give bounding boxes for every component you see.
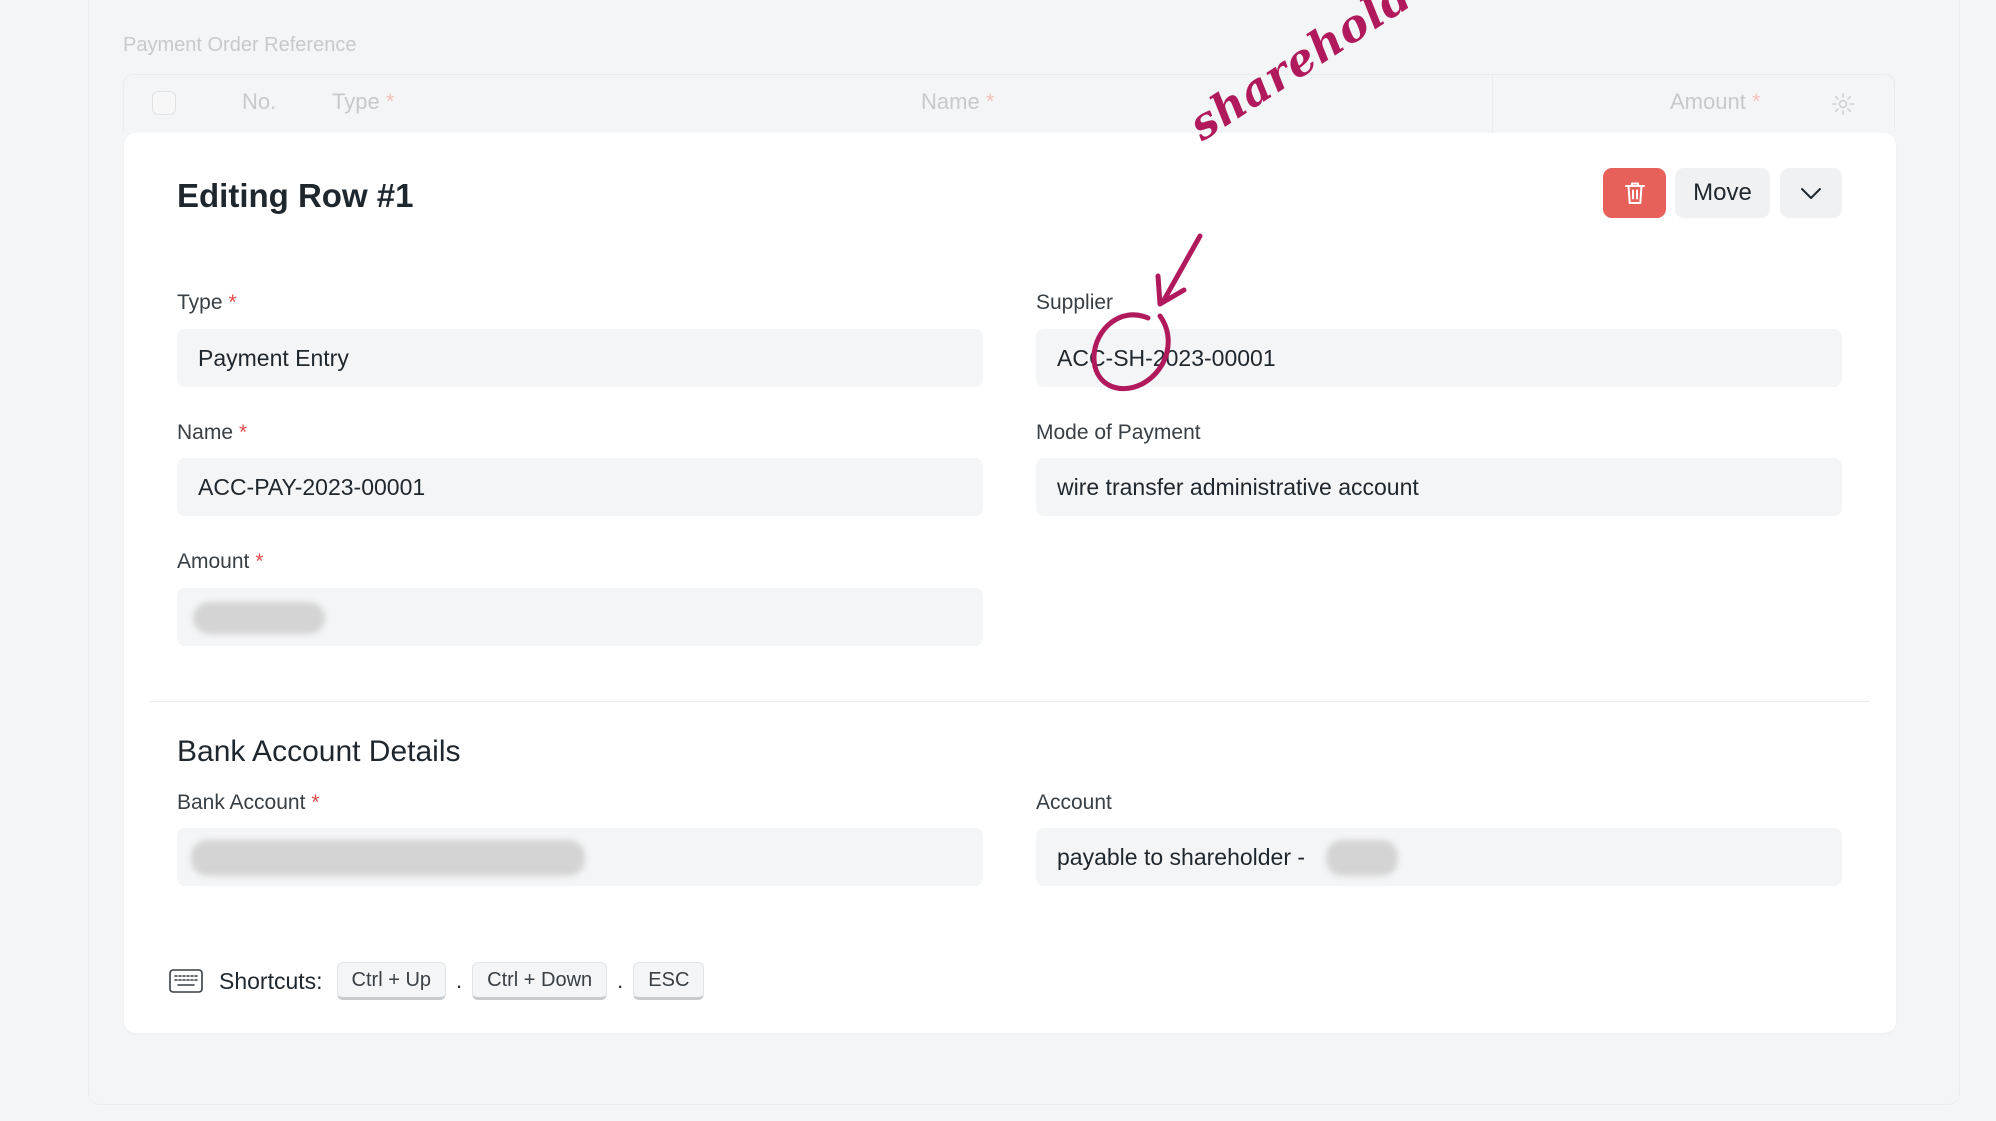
column-type: Type *: [332, 89, 394, 115]
redacted-value: [1326, 840, 1398, 876]
row-editor-card: Editing Row #1 Move Type * Payment Entry …: [124, 133, 1896, 1033]
shortcut-separator: .: [617, 968, 624, 993]
name-field[interactable]: ACC-PAY-2023-00001: [177, 458, 983, 516]
chevron-down-icon: [1801, 188, 1821, 199]
required-mark: *: [228, 291, 237, 314]
amount-label: Amount *: [177, 550, 264, 574]
required-mark: *: [311, 791, 320, 814]
amount-field[interactable]: [177, 588, 983, 646]
type-label: Type *: [177, 291, 237, 315]
shortcut-key: Ctrl + Up: [336, 962, 447, 1000]
delete-row-button[interactable]: [1603, 168, 1666, 218]
required-mark: *: [1751, 89, 1761, 114]
supplier-field[interactable]: ACC-SH-2023-00001: [1036, 329, 1842, 387]
column-divider: [1492, 75, 1493, 133]
column-name: Name *: [921, 89, 994, 115]
type-field[interactable]: Payment Entry: [177, 329, 983, 387]
required-mark: *: [255, 550, 264, 573]
column-name-label: Name: [921, 89, 980, 114]
trash-icon: [1624, 182, 1645, 204]
keyboard-icon: [169, 969, 203, 993]
redacted-value: [191, 840, 585, 876]
mode-of-payment-label: Mode of Payment: [1036, 421, 1201, 444]
required-mark: *: [239, 421, 248, 444]
type-label-text: Type: [177, 291, 223, 314]
bank-section-title: Bank Account Details: [177, 735, 461, 768]
name-label-text: Name: [177, 421, 234, 444]
shortcuts-label: Shortcuts:: [219, 967, 323, 994]
supplier-label: Supplier: [1036, 291, 1114, 314]
bank-account-field[interactable]: [177, 828, 983, 886]
collapse-editor-button[interactable]: [1780, 168, 1842, 218]
required-mark: *: [385, 89, 395, 114]
section-divider: [150, 701, 1870, 702]
column-type-label: Type: [332, 89, 380, 114]
grid-header-row: No. Type * Name * Amount *: [123, 74, 1895, 133]
account-field[interactable]: payable to shareholder -: [1036, 828, 1842, 886]
shortcuts-bar: Shortcuts: Ctrl + Up . Ctrl + Down . ESC: [169, 959, 705, 1003]
bank-account-label: Bank Account *: [177, 791, 320, 815]
account-value: payable to shareholder -: [1057, 843, 1306, 870]
move-row-button[interactable]: Move: [1675, 168, 1770, 218]
amount-label-text: Amount: [177, 550, 250, 573]
mode-of-payment-field[interactable]: wire transfer administrative account: [1036, 458, 1842, 516]
gear-icon[interactable]: [1830, 91, 1856, 117]
select-all-checkbox[interactable]: [152, 91, 176, 115]
column-amount-label: Amount: [1670, 89, 1746, 114]
name-label: Name *: [177, 421, 247, 445]
shortcut-key: ESC: [633, 962, 705, 1000]
required-mark: *: [985, 89, 995, 114]
shortcut-key: Ctrl + Down: [472, 962, 608, 1000]
section-label: Payment Order Reference: [123, 34, 357, 56]
column-no: No.: [242, 89, 277, 114]
shortcut-separator: .: [456, 968, 463, 993]
column-amount: Amount *: [1670, 89, 1761, 115]
redacted-value: [193, 602, 325, 634]
account-label: Account: [1036, 791, 1112, 814]
bank-account-label-text: Bank Account: [177, 791, 306, 814]
editor-title: Editing Row #1: [177, 177, 414, 214]
